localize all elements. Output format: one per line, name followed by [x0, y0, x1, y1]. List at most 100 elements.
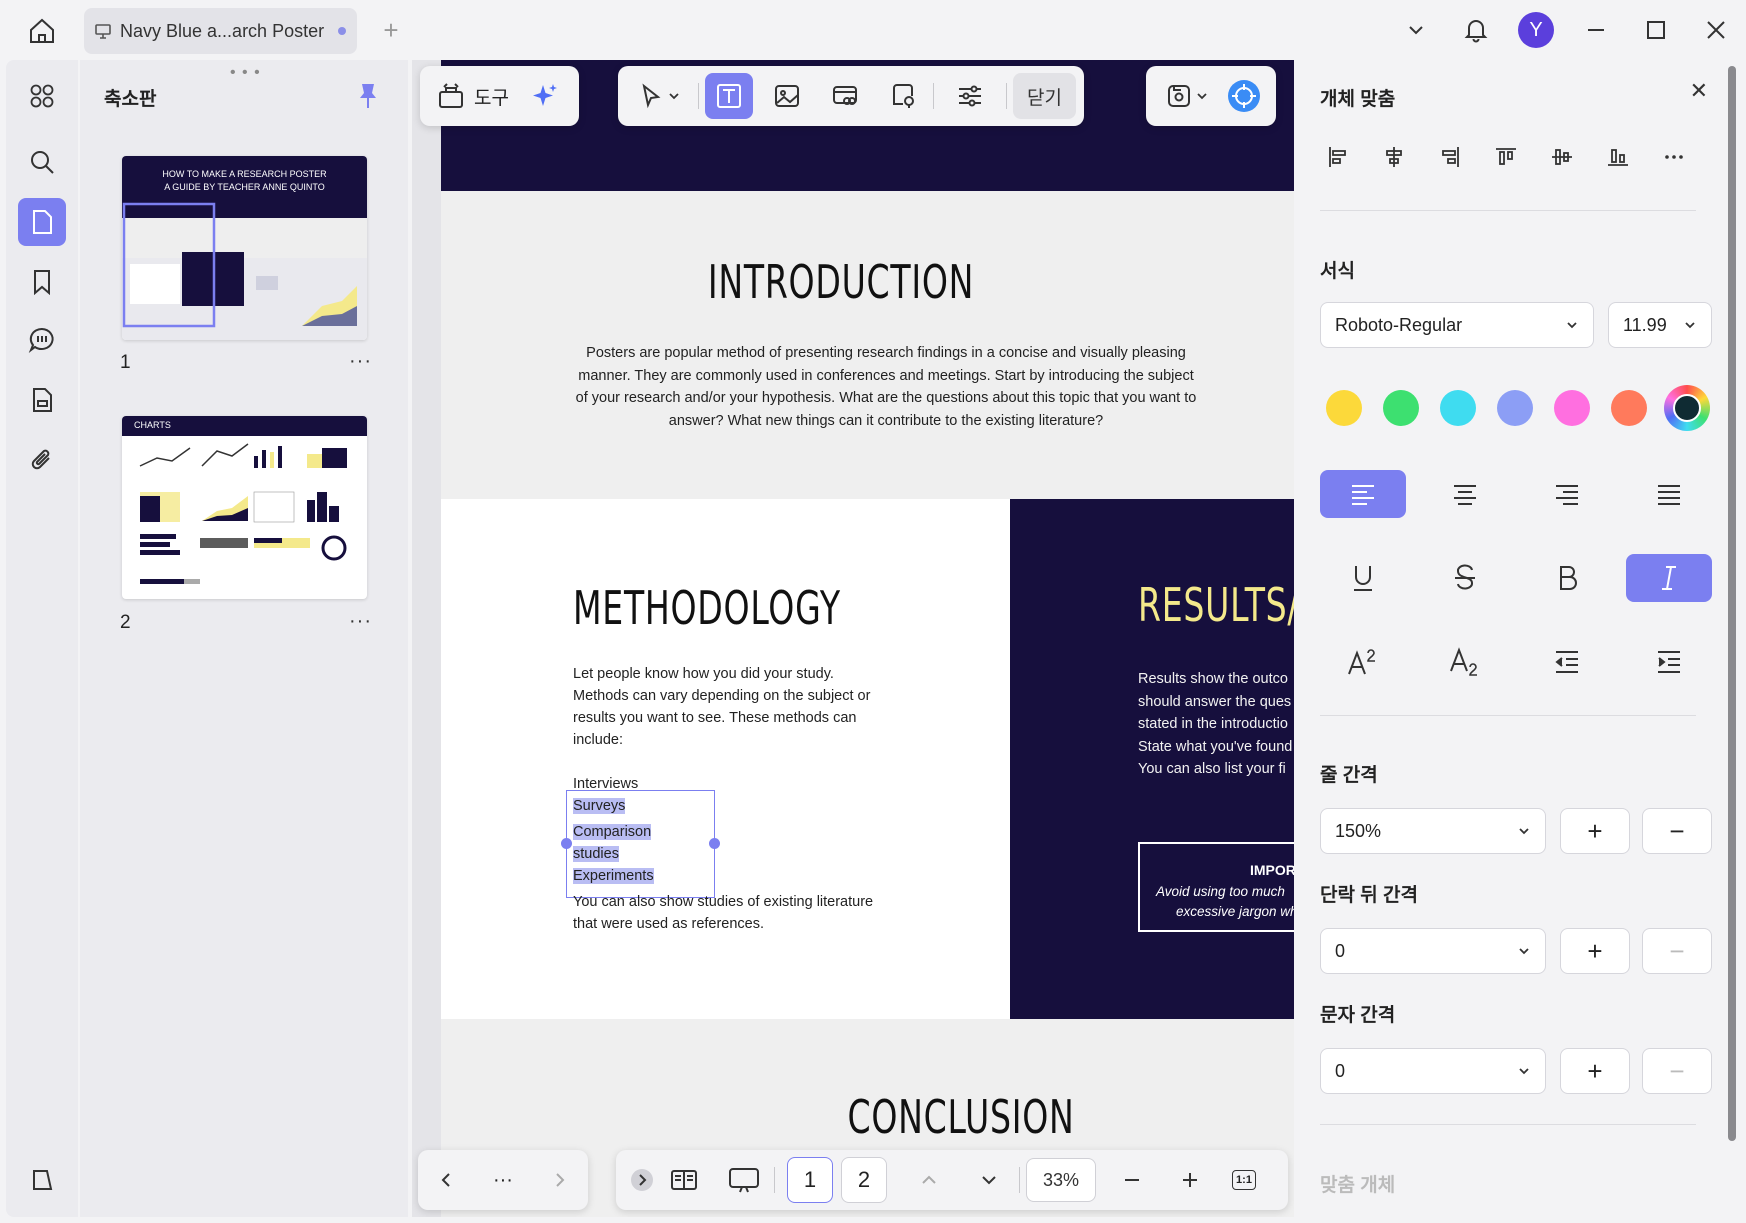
document-tab[interactable]: Navy Blue a...arch Poster — [84, 8, 357, 54]
tab-list-button[interactable] — [1386, 0, 1446, 60]
expand-bar-button[interactable] — [624, 1157, 660, 1203]
align-center-h-button[interactable] — [1372, 135, 1416, 179]
char-spacing-increase-button[interactable]: + — [1560, 1048, 1630, 1094]
page-up-button[interactable] — [905, 1157, 953, 1203]
align-bottom-button[interactable] — [1596, 135, 1640, 179]
color-swatch-blue[interactable] — [1497, 390, 1533, 426]
presentation-button[interactable] — [720, 1157, 768, 1203]
watermark-tool-button[interactable] — [879, 73, 927, 119]
rail-search-button[interactable] — [18, 138, 66, 186]
strikethrough-button[interactable] — [1422, 554, 1508, 602]
underline-button[interactable] — [1320, 554, 1406, 602]
rail-bookmarks-button[interactable] — [18, 258, 66, 306]
color-picker-button[interactable] — [1664, 385, 1710, 431]
important-box[interactable]: IMPOR Avoid using too much excessive jar… — [1138, 842, 1294, 932]
actual-size-button[interactable]: 1:1 — [1220, 1157, 1268, 1203]
color-swatch-green[interactable] — [1383, 390, 1419, 426]
color-swatch-orange[interactable] — [1611, 390, 1647, 426]
zoom-level[interactable]: 33% — [1026, 1158, 1096, 1202]
text-tool-button[interactable] — [705, 73, 753, 119]
selection-handle-left[interactable] — [561, 838, 572, 849]
results-text[interactable]: Results show the outco should answer the… — [1138, 668, 1294, 781]
ai-assistant-button[interactable] — [1220, 73, 1268, 119]
page-1-more-button[interactable]: ··· — [349, 350, 372, 373]
properties-button[interactable] — [946, 73, 994, 119]
image-tool-button[interactable] — [763, 73, 811, 119]
line-spacing-select[interactable]: 150% — [1320, 808, 1546, 854]
ai-sparkle-button[interactable] — [521, 73, 569, 119]
selection-handle-right[interactable] — [709, 838, 720, 849]
methodology-heading[interactable]: METHODOLOGY — [573, 581, 841, 635]
link-tool-button[interactable] — [821, 73, 869, 119]
subscript-button[interactable] — [1422, 638, 1508, 686]
indent-button[interactable] — [1626, 638, 1712, 686]
home-button[interactable] — [24, 13, 60, 49]
select-tool-button[interactable] — [626, 73, 692, 119]
account-button[interactable]: Y — [1506, 0, 1566, 60]
page-button-1[interactable]: 1 — [787, 1157, 833, 1203]
zoom-in-button[interactable] — [1166, 1157, 1214, 1203]
rail-organize-button[interactable] — [18, 72, 66, 120]
font-size-select[interactable]: 11.99 — [1608, 302, 1712, 348]
zoom-out-button[interactable] — [1108, 1157, 1156, 1203]
text-selection-box[interactable] — [566, 790, 715, 898]
pin-button[interactable] — [356, 82, 380, 115]
methodology-text[interactable]: Let people know how you did your study. … — [573, 663, 893, 751]
new-tab-button[interactable]: + — [376, 15, 406, 45]
para-after-increase-button[interactable]: + — [1560, 928, 1630, 974]
font-family-select[interactable]: Roboto-Regular — [1320, 302, 1594, 348]
panel-scrollbar[interactable] — [1728, 66, 1736, 1141]
text-align-left-button[interactable] — [1320, 470, 1406, 518]
page-down-button[interactable] — [965, 1157, 1013, 1203]
char-spacing-decrease-button[interactable]: − — [1642, 1048, 1712, 1094]
minimize-button[interactable] — [1566, 0, 1626, 60]
text-align-justify-button[interactable] — [1626, 470, 1712, 518]
notifications-button[interactable] — [1446, 0, 1506, 60]
nav-more-button[interactable]: ··· — [479, 1157, 527, 1203]
para-after-select[interactable]: 0 — [1320, 928, 1546, 974]
align-right-button[interactable] — [1428, 135, 1472, 179]
superscript-button[interactable] — [1320, 638, 1406, 686]
page-thumbnail-2[interactable]: CHARTS — [122, 416, 367, 599]
rail-settings-button[interactable] — [18, 1156, 66, 1204]
close-panel-button[interactable]: ✕ — [1690, 78, 1708, 104]
outdent-button[interactable] — [1524, 638, 1610, 686]
reading-mode-button[interactable] — [660, 1157, 708, 1203]
conclusion-heading[interactable]: CONCLUSION — [587, 1090, 1294, 1144]
align-top-button[interactable] — [1484, 135, 1528, 179]
next-button[interactable] — [536, 1157, 584, 1203]
color-swatch-cyan[interactable] — [1440, 390, 1476, 426]
para-after-decrease-button[interactable]: − — [1642, 928, 1712, 974]
document-canvas[interactable]: INTRODUCTION Posters are popular method … — [412, 60, 1294, 1217]
close-edit-button[interactable]: 닫기 — [1013, 73, 1076, 119]
text-align-right-button[interactable] — [1524, 470, 1610, 518]
rail-thumbnails-button[interactable] — [18, 198, 66, 246]
color-swatch-yellow[interactable] — [1326, 390, 1362, 426]
tools-button[interactable]: 도구 — [430, 73, 515, 119]
close-window-button[interactable] — [1686, 0, 1746, 60]
page-button-2[interactable]: 2 — [841, 1157, 887, 1203]
maximize-button[interactable] — [1626, 0, 1686, 60]
rail-attachment-button[interactable] — [18, 436, 66, 484]
prev-button[interactable] — [422, 1157, 470, 1203]
rail-attachments-pages-button[interactable] — [18, 376, 66, 424]
line-spacing-decrease-button[interactable]: − — [1642, 808, 1712, 854]
char-spacing-select[interactable]: 0 — [1320, 1048, 1546, 1094]
intro-heading[interactable]: INTRODUCTION — [553, 255, 1129, 309]
text-align-center-button[interactable] — [1422, 470, 1508, 518]
results-heading[interactable]: RESULTS/F — [1138, 578, 1294, 632]
align-middle-button[interactable] — [1540, 135, 1584, 179]
intro-text[interactable]: Posters are popular method of presenting… — [571, 342, 1201, 432]
color-swatch-pink[interactable] — [1554, 390, 1590, 426]
italic-button[interactable] — [1626, 554, 1712, 602]
page-2-more-button[interactable]: ··· — [349, 610, 372, 633]
methodology-text-2[interactable]: You can also show studies of existing li… — [573, 891, 893, 935]
panel-grip[interactable]: • • • — [230, 64, 261, 82]
bold-button[interactable] — [1524, 554, 1610, 602]
rail-comments-button[interactable] — [18, 316, 66, 364]
page-thumbnail-1[interactable]: HOW TO MAKE A RESEARCH POSTER A GUIDE BY… — [122, 156, 367, 340]
align-more-button[interactable] — [1652, 135, 1696, 179]
line-spacing-increase-button[interactable]: + — [1560, 808, 1630, 854]
align-left-button[interactable] — [1316, 135, 1360, 179]
save-button[interactable] — [1154, 73, 1220, 119]
